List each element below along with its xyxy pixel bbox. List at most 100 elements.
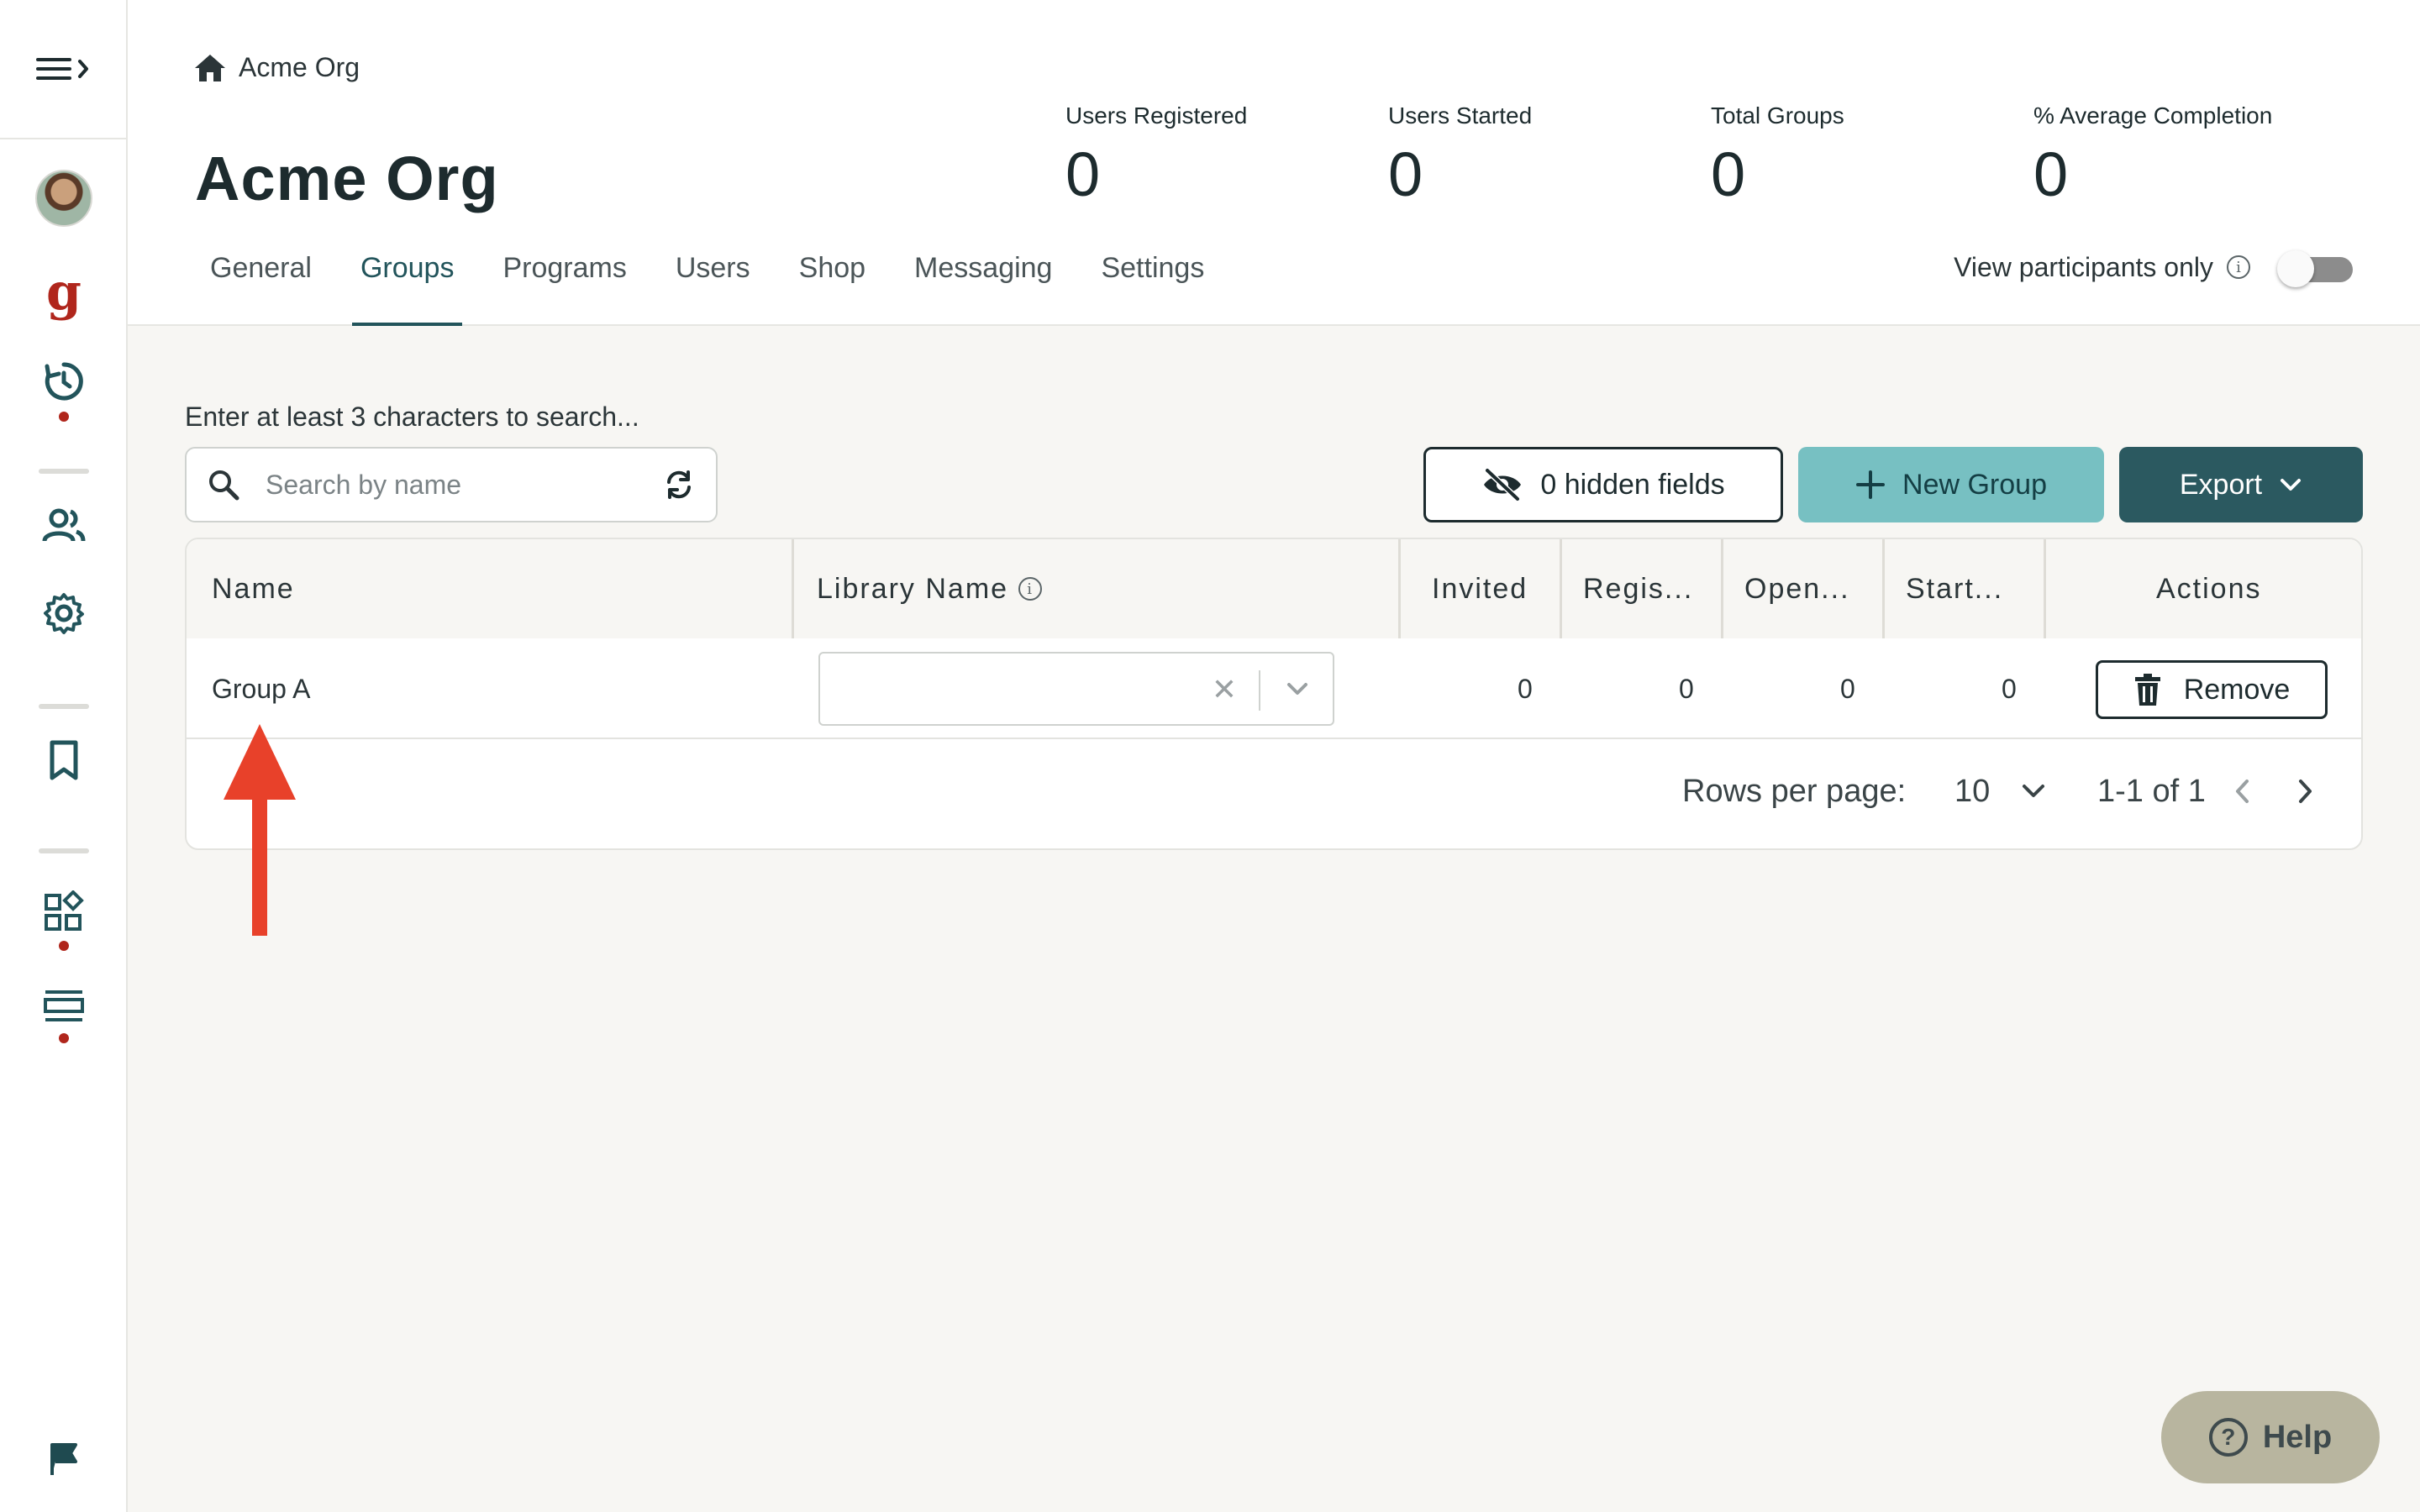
view-participants-label: View participants only [1954, 251, 2213, 282]
new-group-button[interactable]: New Group [1798, 447, 2104, 522]
remove-button[interactable]: Remove [2096, 660, 2328, 719]
column-resizer[interactable] [2044, 539, 2046, 638]
hidden-fields-label: 0 hidden fields [1540, 468, 1725, 501]
chevron-right-icon [2299, 780, 2312, 803]
chevron-down-icon [2281, 479, 2302, 491]
column-resizer[interactable] [1560, 539, 1562, 638]
sidebar-item-brand[interactable]: g [0, 267, 128, 318]
sidebar-divider [39, 469, 89, 474]
sidebar-item-bookmarks[interactable] [0, 739, 128, 781]
stat-users-registered: Users Registered 0 [1065, 102, 1247, 208]
sidebar-item-profile[interactable] [0, 170, 128, 227]
search-icon [209, 470, 239, 501]
tab-users[interactable]: Users [667, 249, 759, 326]
tab-settings[interactable]: Settings [1092, 249, 1213, 326]
sidebar-item-settings[interactable] [0, 591, 128, 635]
plus-icon [1856, 470, 1886, 499]
toggle-knob [2277, 250, 2314, 287]
info-icon[interactable]: i [1018, 577, 1043, 601]
column-header-opened[interactable]: Open... [1744, 539, 1850, 638]
sidebar-item-widgets[interactable] [0, 890, 128, 951]
new-group-label: New Group [1902, 468, 2047, 501]
people-icon [42, 508, 86, 542]
stat-users-started: Users Started 0 [1388, 102, 1532, 208]
rows-per-page-select[interactable]: 10 [1954, 758, 2047, 825]
chevron-left-icon [2236, 780, 2249, 803]
export-button[interactable]: Export [2119, 447, 2363, 522]
clear-icon[interactable]: ✕ [1212, 672, 1237, 707]
column-resizer[interactable] [1398, 539, 1401, 638]
trash-icon [2134, 674, 2160, 706]
column-resizer[interactable] [792, 539, 794, 638]
cell-started: 0 [2002, 673, 2017, 704]
sidebar-divider [39, 704, 89, 709]
page-header: Acme Org Acme Org Users Registered 0 Use… [128, 0, 2420, 326]
notification-dot [59, 412, 69, 422]
cell-invited: 0 [1518, 673, 1533, 704]
library-name-select[interactable]: ✕ [818, 652, 1334, 726]
cell-registered: 0 [1679, 673, 1694, 704]
column-resizer[interactable] [1882, 539, 1885, 638]
select-divider [1259, 670, 1260, 711]
column-header-label: Library Name [817, 572, 1009, 605]
cell-opened: 0 [1840, 673, 1855, 704]
help-label: Help [2262, 1419, 2333, 1455]
column-header-invited[interactable]: Invited [1432, 539, 1528, 638]
remove-label: Remove [2183, 673, 2291, 706]
info-icon[interactable]: i [2227, 255, 2250, 279]
stat-value: 0 [1388, 139, 1423, 209]
widgets-icon [45, 890, 84, 931]
search-hint: Enter at least 3 characters to search... [185, 402, 639, 432]
sidebar-item-people[interactable] [0, 507, 128, 544]
help-icon: ? [2208, 1418, 2248, 1457]
tab-groups[interactable]: Groups [351, 249, 463, 326]
tab-shop[interactable]: Shop [791, 249, 874, 326]
search-input[interactable] [266, 469, 662, 501]
view-participants-toggle[interactable] [2277, 249, 2354, 287]
stat-value: 0 [1065, 139, 1101, 209]
chevron-down-icon[interactable] [1284, 675, 1311, 702]
next-page-button[interactable] [2294, 758, 2317, 825]
view-participants-control: View participants only i [1954, 249, 2354, 287]
chevron-down-icon [2023, 785, 2045, 797]
refresh-icon[interactable] [662, 468, 696, 501]
sidebar-toggle[interactable] [0, 0, 126, 139]
search-box [185, 447, 718, 522]
tab-bar: General Groups Programs Users Shop Messa… [202, 249, 1244, 326]
column-resizer[interactable] [1721, 539, 1723, 638]
rows-per-page-value: 10 [1954, 773, 1991, 809]
tab-general[interactable]: General [202, 249, 320, 326]
previous-page-button[interactable] [2230, 758, 2254, 825]
hidden-fields-button[interactable]: 0 hidden fields [1423, 447, 1783, 522]
tab-programs[interactable]: Programs [494, 249, 634, 326]
breadcrumb[interactable]: Acme Org [193, 52, 360, 83]
stat-label: Total Groups [1711, 102, 1844, 129]
notification-dot [59, 941, 69, 951]
column-header-started[interactable]: Start... [1906, 539, 2003, 638]
sidebar-divider [39, 848, 89, 853]
stat-average-completion: % Average Completion 0 [2033, 102, 2272, 208]
list-icon [44, 990, 84, 1021]
sidebar-item-report[interactable] [0, 1441, 128, 1477]
eye-off-icon [1484, 468, 1522, 501]
annotation-arrow-icon [224, 724, 296, 936]
stat-label: Users Registered [1065, 102, 1248, 129]
column-header-registered[interactable]: Regis... [1583, 539, 1693, 638]
stat-value: 0 [1711, 139, 1746, 209]
row-divider [187, 738, 2361, 739]
help-button[interactable]: ? Help [2161, 1391, 2380, 1483]
sidebar-item-history[interactable] [0, 360, 128, 422]
groups-table: Name Library Name i Invited Regis... Ope… [185, 538, 2363, 850]
avatar [35, 170, 92, 227]
sidebar-item-list[interactable] [0, 988, 128, 1043]
rows-per-page-label: Rows per page: [1682, 773, 1907, 809]
bookmark-icon [50, 740, 78, 780]
table-header [187, 539, 2361, 638]
sidebar: g [0, 0, 128, 1512]
menu-icon [36, 58, 88, 80]
tab-messaging[interactable]: Messaging [906, 249, 1060, 326]
history-icon [45, 362, 83, 401]
column-header-library-name[interactable]: Library Name i [817, 539, 1043, 638]
column-header-name[interactable]: Name [212, 539, 295, 638]
notification-dot [59, 1033, 69, 1043]
